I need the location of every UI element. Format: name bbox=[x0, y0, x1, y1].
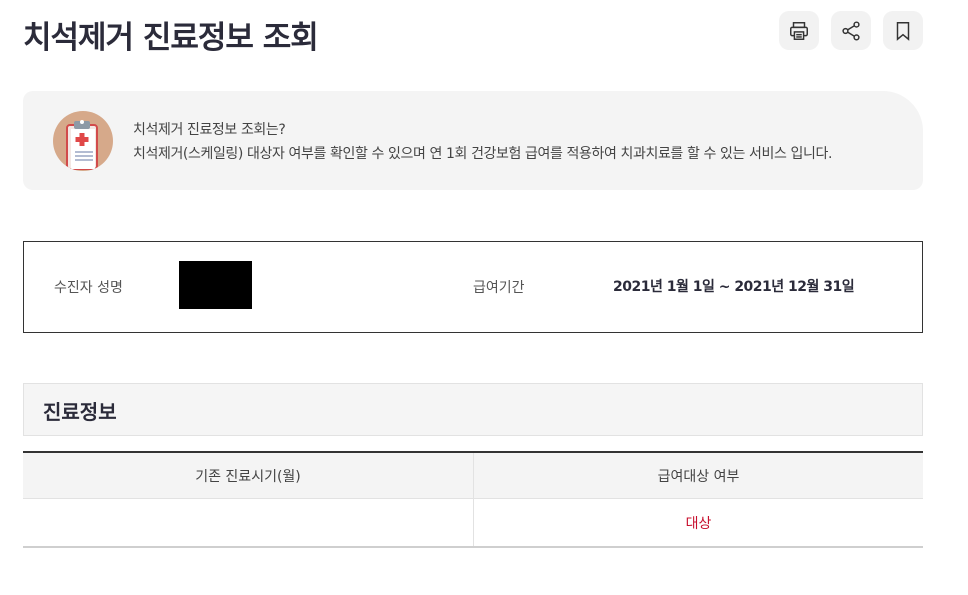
print-button[interactable] bbox=[779, 11, 819, 50]
table-row: 대상 bbox=[23, 499, 923, 548]
service-info-box: 치석제거 진료정보 조회는? 치석제거(스케일링) 대상자 여부를 확인할 수 … bbox=[23, 91, 923, 190]
page-title: 치석제거 진료정보 조회 bbox=[23, 20, 319, 56]
table-header-row: 기존 진료시기(월) 급여대상 여부 bbox=[23, 453, 923, 499]
patient-info-box: 수진자 성명 급여기간 2021년 1월 1일 ~ 2021년 12월 31일 bbox=[23, 241, 923, 333]
share-button[interactable] bbox=[831, 11, 871, 50]
bookmark-icon bbox=[896, 21, 910, 41]
share-icon bbox=[842, 20, 860, 41]
info-heading: 치석제거 진료정보 조회는? bbox=[133, 122, 286, 138]
clipboard-medical-icon bbox=[53, 111, 113, 171]
section-header: 진료정보 bbox=[23, 383, 923, 436]
printer-icon bbox=[790, 21, 808, 40]
benefit-period-value: 2021년 1월 1일 ~ 2021년 12월 31일 bbox=[613, 279, 855, 295]
table-header-cell: 기존 진료시기(월) bbox=[195, 468, 301, 485]
table-cell-previous-month bbox=[23, 499, 473, 546]
patient-name-label: 수진자 성명 bbox=[54, 280, 123, 296]
table-header-cell: 급여대상 여부 bbox=[473, 453, 923, 498]
info-description: 치석제거(스케일링) 대상자 여부를 확인할 수 있으며 연 1회 건강보험 급… bbox=[133, 146, 833, 162]
section-title: 진료정보 bbox=[43, 400, 117, 424]
table-cell-eligibility: 대상 bbox=[473, 499, 923, 546]
patient-name-redacted bbox=[179, 261, 252, 309]
benefit-period-label: 급여기간 bbox=[473, 280, 525, 296]
treatment-table: 기존 진료시기(월) 급여대상 여부 대상 bbox=[23, 451, 923, 548]
bookmark-button[interactable] bbox=[883, 11, 923, 50]
